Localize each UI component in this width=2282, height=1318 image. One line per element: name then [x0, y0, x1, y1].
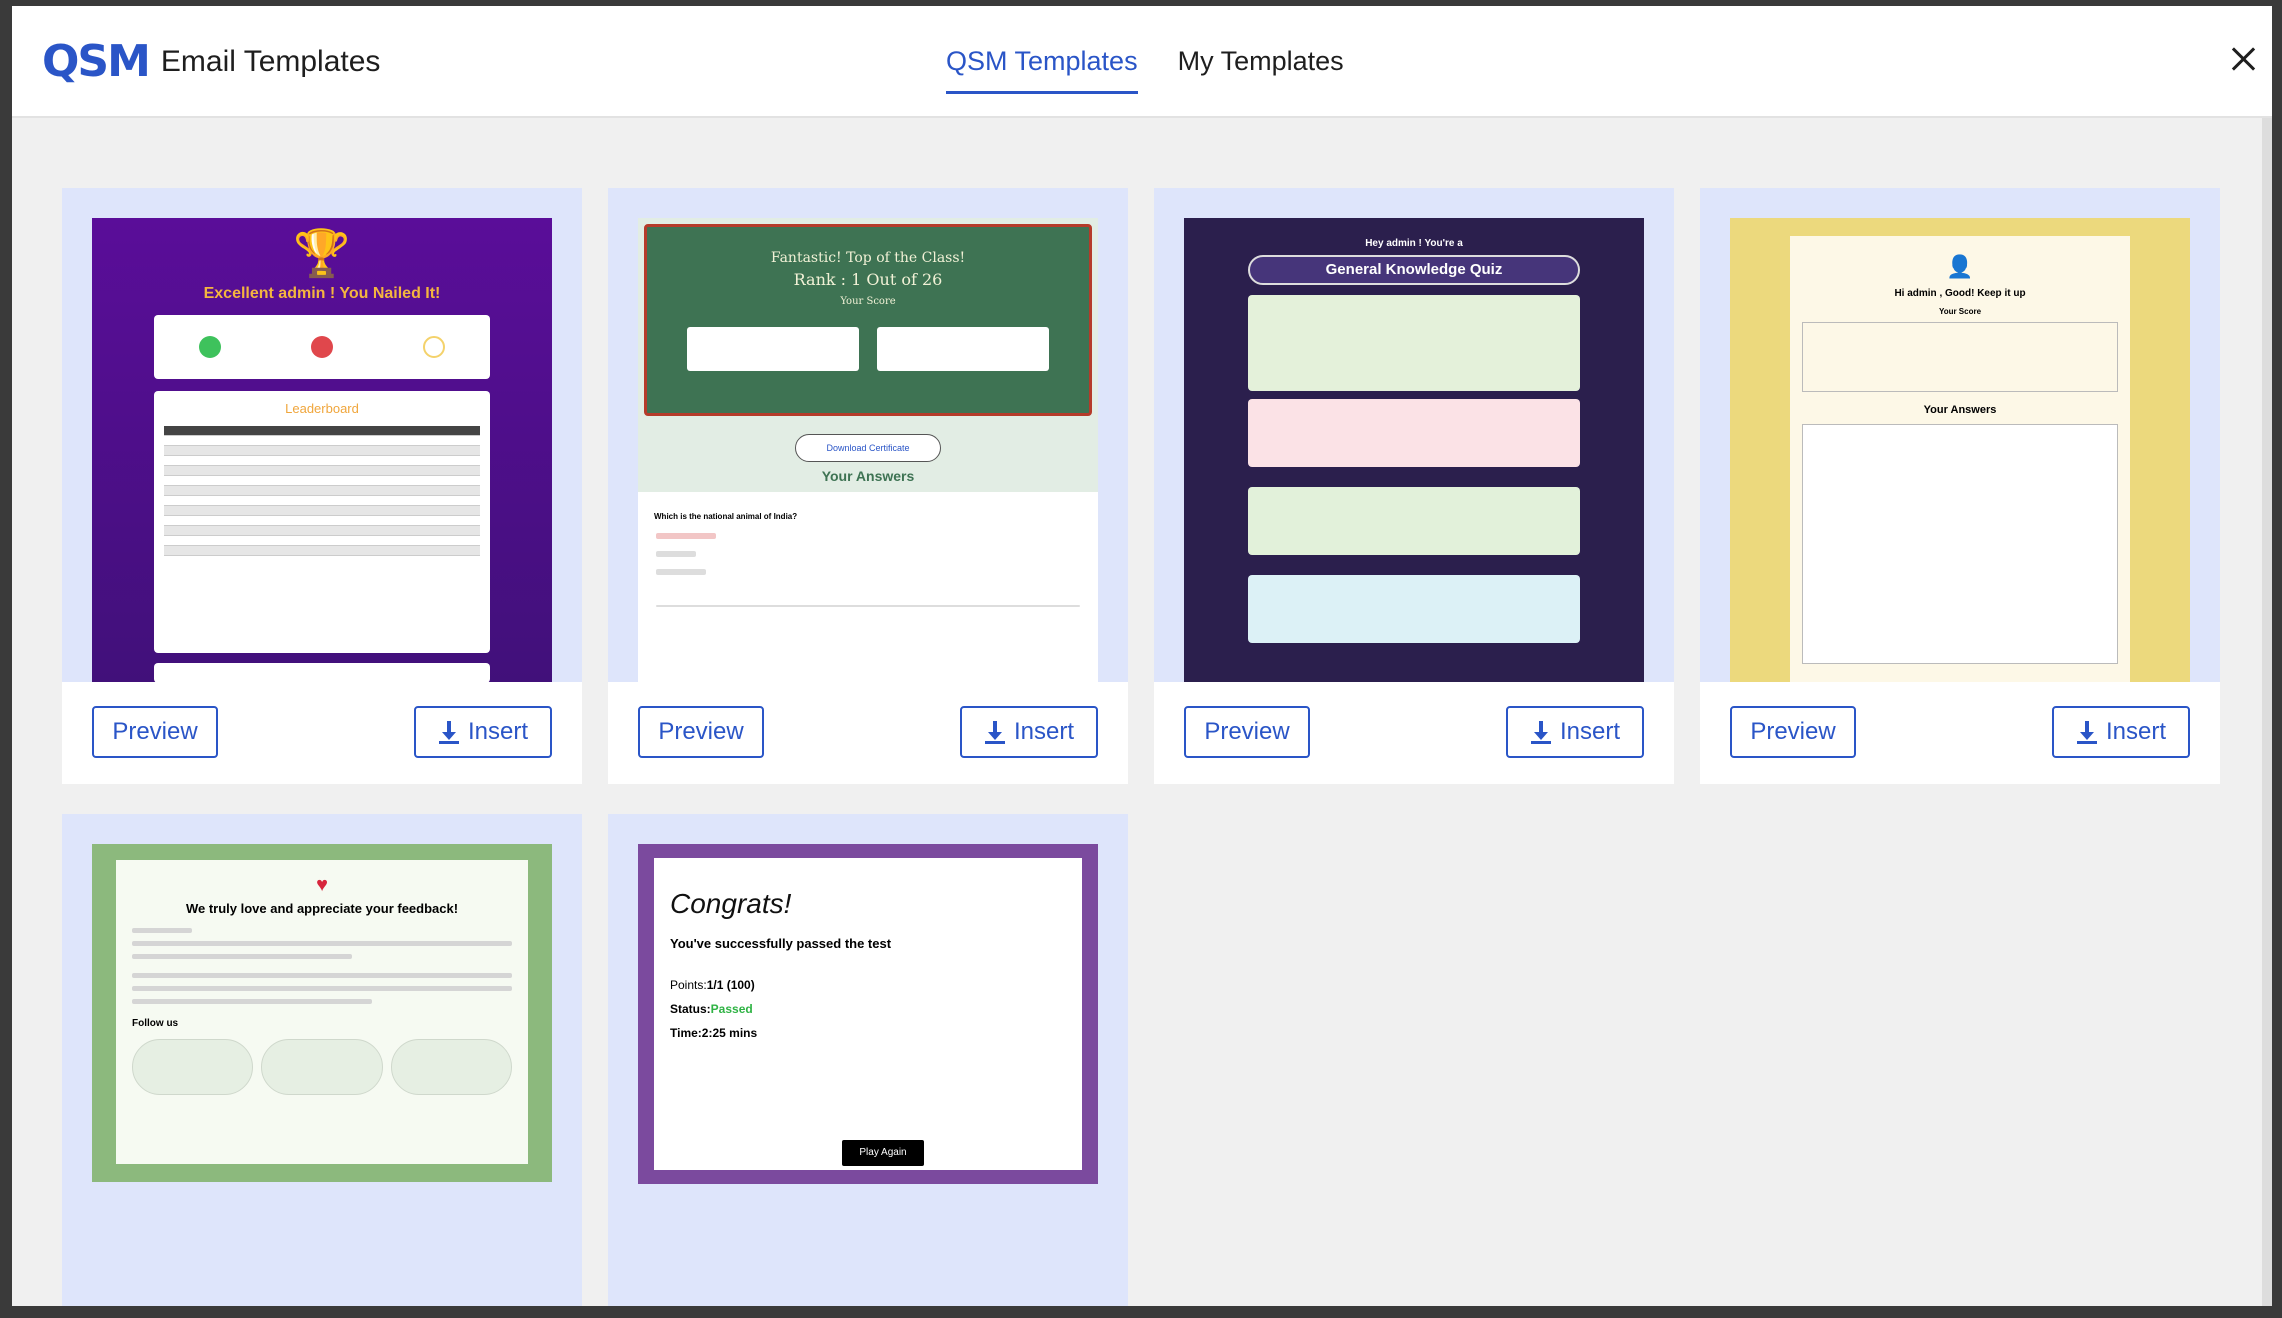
thumb-heading: We truly love and appreciate your feedba… [185, 901, 459, 916]
preview-button[interactable]: Preview [1730, 706, 1856, 758]
leaderboard-title: Leaderboard [285, 401, 359, 416]
points-value: 1/1 (100) [706, 978, 755, 992]
question-text: Which is the national animal of India? [654, 512, 798, 521]
close-icon[interactable] [2228, 44, 2258, 74]
quiz-pill: General Knowledge Quiz [1248, 255, 1580, 285]
insert-button[interactable]: Insert [1506, 706, 1644, 758]
download-icon [438, 721, 459, 744]
modal-header: QSM Email Templates QSM Templates My Tem… [12, 6, 2272, 118]
download-icon [2076, 721, 2097, 744]
download-certificate: Download Certificate [795, 434, 941, 462]
status-value: Passed [710, 1002, 753, 1016]
answers-heading: Your Answers [1923, 404, 1997, 416]
modal-title: Email Templates [160, 45, 381, 78]
template-thumbnail-area: Hey admin ! You're a General Knowledge Q… [1154, 188, 1674, 682]
card-actions: Preview Insert [62, 682, 582, 784]
preview-button[interactable]: Preview [92, 706, 218, 758]
template-thumbnail[interactable]: Congrats! You've successfully passed the… [638, 844, 1098, 1184]
answers-list: Which is the national animal of India? [638, 492, 1098, 682]
insert-button[interactable]: Insert [960, 706, 1098, 758]
thumb-greeting: Hey admin ! You're a [1365, 238, 1463, 249]
tab-my-templates[interactable]: My Templates [1178, 46, 1344, 94]
tab-qsm-templates[interactable]: QSM Templates [946, 46, 1138, 94]
template-card: Hey admin ! You're a General Knowledge Q… [1154, 188, 1674, 784]
email-templates-modal: QSM Email Templates QSM Templates My Tem… [12, 6, 2272, 1306]
qsm-logo: QSM [42, 36, 151, 87]
hero-line: Fantastic! Top of the Class! [770, 250, 966, 266]
template-thumbnail[interactable]: 🏆 Excellent admin ! You Nailed It! Leade… [92, 218, 552, 682]
template-thumbnail[interactable]: 👤 Hi admin , Good! Keep it up Your Score… [1730, 218, 2190, 682]
hero-score: Your Score [840, 296, 896, 307]
template-thumbnail-area: 🏆 Excellent admin ! You Nailed It! Leade… [62, 188, 582, 682]
leaderboard: Leaderboard [154, 391, 490, 653]
follow-us: Follow us [132, 1018, 179, 1029]
insert-button[interactable]: Insert [2052, 706, 2190, 758]
download-icon [984, 721, 1005, 744]
passed-text: You've successfully passed the test [670, 936, 892, 951]
status-label: Status: [670, 1002, 711, 1016]
template-thumbnail[interactable]: ♥ We truly love and appreciate your feed… [92, 844, 552, 1182]
card-actions: Preview Insert [608, 682, 1128, 784]
template-thumbnail-area: Congrats! You've successfully passed the… [608, 814, 1128, 1306]
template-card: 👤 Hi admin , Good! Keep it up Your Score… [1700, 188, 2220, 784]
insert-button[interactable]: Insert [414, 706, 552, 758]
insert-label: Insert [1013, 718, 1075, 745]
template-thumbnail-area: ♥ We truly love and appreciate your feed… [62, 814, 582, 1306]
hero-line: Rank : 1 Out of 26 [793, 270, 943, 289]
insert-label: Insert [467, 718, 529, 745]
trophy-icon: 🏆 [293, 227, 351, 279]
thumb-hero: Fantastic! Top of the Class! Rank : 1 Ou… [644, 224, 1092, 416]
play-again-button: Play Again [842, 1140, 924, 1166]
template-card: Fantastic! Top of the Class! Rank : 1 Ou… [608, 188, 1128, 784]
download-icon [1530, 721, 1551, 744]
template-card: 🏆 Excellent admin ! You Nailed It! Leade… [62, 188, 582, 784]
thumb-heading: Excellent admin ! You Nailed It! [203, 285, 441, 302]
score-label: Your Score [1938, 307, 1982, 316]
user-icon: 👤 [1946, 254, 1974, 279]
template-card: ♥ We truly love and appreciate your feed… [62, 814, 582, 1306]
time-value: 2:25 mins [701, 1026, 758, 1040]
template-thumbnail[interactable]: Hey admin ! You're a General Knowledge Q… [1184, 218, 1644, 682]
preview-button[interactable]: Preview [638, 706, 764, 758]
score-box [154, 315, 490, 379]
card-actions: Preview Insert [1700, 682, 2220, 784]
points-label: Points: [670, 978, 707, 992]
scrollbar[interactable] [2262, 118, 2272, 1306]
time-label: Time: [670, 1026, 702, 1040]
thumb-greeting: Hi admin , Good! Keep it up [1894, 288, 2026, 299]
tab-bar: QSM Templates My Templates [946, 46, 1344, 94]
template-thumbnail-area: Fantastic! Top of the Class! Rank : 1 Ou… [608, 188, 1128, 682]
logo: QSM Email Templates [42, 40, 380, 84]
heart-icon: ♥ [316, 874, 328, 896]
card-actions: Preview Insert [1154, 682, 1674, 784]
preview-button[interactable]: Preview [1184, 706, 1310, 758]
template-thumbnail[interactable]: Fantastic! Top of the Class! Rank : 1 Ou… [638, 218, 1098, 682]
template-thumbnail-area: 👤 Hi admin , Good! Keep it up Your Score… [1700, 188, 2220, 682]
insert-label: Insert [2105, 718, 2167, 745]
template-card: Congrats! You've successfully passed the… [608, 814, 1128, 1306]
insert-label: Insert [1559, 718, 1621, 745]
answers-heading: Your Answers [821, 468, 915, 484]
thumb-heading: Congrats! [670, 888, 792, 919]
